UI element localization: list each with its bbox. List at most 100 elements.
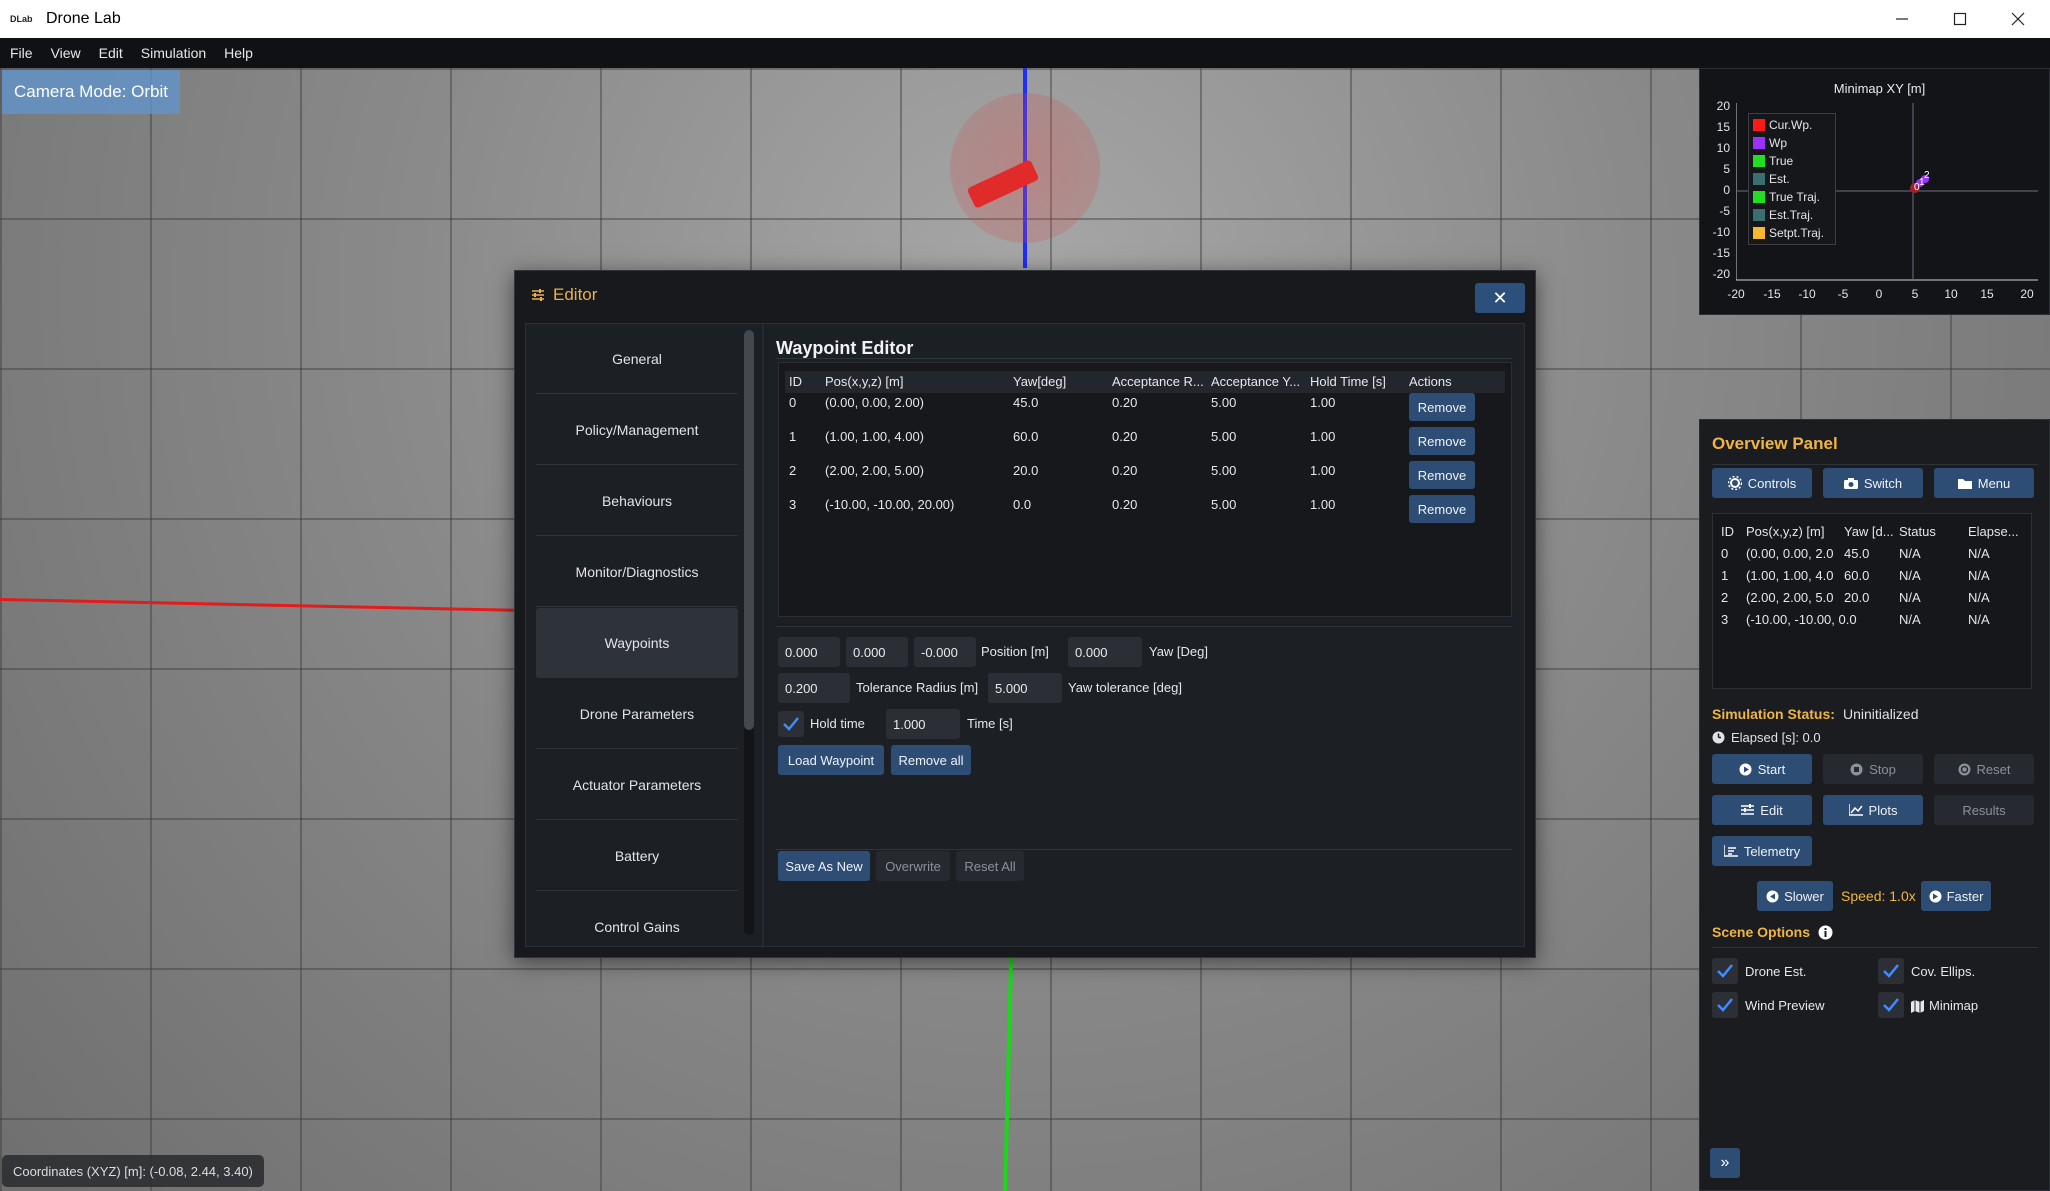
- hold-time-checkbox[interactable]: [778, 711, 804, 737]
- table-cell-id: 0: [1721, 546, 1729, 561]
- tolerance-radius-input[interactable]: 0.200: [778, 673, 850, 703]
- minimap-checkbox[interactable]: [1878, 992, 1904, 1018]
- switch-button[interactable]: Switch: [1823, 468, 1923, 498]
- y-axis-line: [1002, 957, 1014, 1191]
- table-cell-yaw: 20.0: [1844, 590, 1870, 605]
- x-axis-line: [0, 598, 520, 612]
- col-header-id: ID: [789, 374, 802, 389]
- minimap-panel: Minimap XY [m] 20 15 10 5 0 -5 -10 -15 -…: [1699, 68, 2050, 315]
- cov-ellips-checkbox[interactable]: [1878, 958, 1904, 984]
- legend-item: Est.: [1753, 172, 1790, 186]
- y-tick: -15: [1712, 246, 1730, 260]
- sidebar-item-battery[interactable]: Battery: [536, 821, 738, 891]
- waypoint-label: 2: [1924, 170, 1930, 181]
- info-icon[interactable]: [1818, 925, 1833, 940]
- remove-waypoint-button[interactable]: Remove: [1409, 427, 1475, 455]
- save-as-new-button[interactable]: Save As New: [778, 851, 870, 881]
- table-cell-acc-y: 5.00: [1211, 497, 1237, 512]
- remove-all-button[interactable]: Remove all: [891, 745, 971, 775]
- plots-button[interactable]: Plots: [1823, 795, 1923, 825]
- expand-panel-button[interactable]: »: [1710, 1148, 1740, 1178]
- x-tick: -20: [1727, 287, 1745, 301]
- bar-chart-icon: [1723, 845, 1738, 857]
- simulation-status-label: Simulation Status:: [1712, 706, 1835, 722]
- menu-file[interactable]: File: [10, 45, 33, 61]
- overview-panel: Overview Panel Controls Switch Menu ID P…: [1699, 419, 2050, 1191]
- table-cell-hold: 1.00: [1310, 395, 1336, 410]
- remove-waypoint-button[interactable]: Remove: [1409, 461, 1475, 489]
- maximize-button[interactable]: [1931, 0, 1989, 38]
- position-y-input[interactable]: 0.000: [846, 637, 908, 667]
- col-header-actions: Actions: [1409, 374, 1452, 389]
- faster-button[interactable]: Faster: [1921, 881, 1991, 911]
- yaw-input[interactable]: 0.000: [1068, 637, 1142, 667]
- results-button[interactable]: Results: [1934, 795, 2034, 825]
- yaw-tolerance-input[interactable]: 5.000: [988, 673, 1062, 703]
- speed-readout: Speed: 1.0x: [1841, 888, 1916, 904]
- sidebar-item-control-gains[interactable]: Control Gains: [536, 892, 738, 948]
- table-cell-hold: 1.00: [1310, 497, 1336, 512]
- minimize-button[interactable]: [1873, 0, 1931, 38]
- edit-button[interactable]: Edit: [1712, 795, 1812, 825]
- x-tick: -10: [1798, 287, 1816, 301]
- remove-waypoint-button[interactable]: Remove: [1409, 393, 1475, 421]
- sidebar-item-general[interactable]: General: [536, 324, 738, 394]
- table-cell-pos: (-10.00, -10.00, 20.00): [825, 497, 955, 512]
- table-cell-acc-y: 5.00: [1211, 429, 1237, 444]
- table-cell-id: 2: [789, 463, 797, 478]
- folder-icon: [1957, 479, 1972, 489]
- x-tick: 5: [1911, 287, 1919, 301]
- telemetry-button[interactable]: Telemetry: [1712, 836, 1812, 866]
- wind-preview-checkbox[interactable]: [1712, 992, 1738, 1018]
- title-divider: [776, 358, 1512, 359]
- drone-est-checkbox[interactable]: [1712, 958, 1738, 984]
- editor-close-button[interactable]: ✕: [1475, 283, 1525, 313]
- checkmark-icon: [783, 717, 799, 731]
- col-header-hold-time: Hold Time [s]: [1310, 374, 1386, 389]
- maximize-icon: [1953, 12, 1967, 26]
- position-z-input[interactable]: -0.000: [914, 637, 976, 667]
- waypoint-table: ID Pos(x,y,z) [m] Yaw[deg] Acceptance R.…: [778, 362, 1512, 617]
- editor-header[interactable]: Editor ✕: [515, 271, 1535, 319]
- reset-button[interactable]: Reset: [1934, 754, 2034, 784]
- time-input[interactable]: 1.000: [886, 709, 960, 739]
- overwrite-button[interactable]: Overwrite: [876, 851, 950, 881]
- tolerance-radius-label: Tolerance Radius [m]: [856, 680, 979, 695]
- col-header-id: ID: [1721, 524, 1734, 539]
- start-button[interactable]: Start: [1712, 754, 1812, 784]
- slower-button[interactable]: Slower: [1757, 881, 1833, 911]
- sidebar-item-policy-management[interactable]: Policy/Management: [536, 395, 738, 465]
- x-tick: -15: [1763, 287, 1781, 301]
- menu-simulation[interactable]: Simulation: [141, 45, 206, 61]
- table-cell-acc-r: 0.20: [1112, 463, 1138, 478]
- sidebar-scrollbar[interactable]: [744, 330, 754, 935]
- stop-button[interactable]: Stop: [1823, 754, 1923, 784]
- stop-icon: [1850, 763, 1863, 775]
- x-tick: -5: [1837, 287, 1849, 301]
- editor-window: Editor ✕ General Policy/Management Behav…: [514, 270, 1536, 958]
- title-bar: DLab Drone Lab: [0, 0, 2050, 38]
- sidebar-item-actuator-parameters[interactable]: Actuator Parameters: [536, 750, 738, 820]
- position-x-input[interactable]: 0.000: [778, 637, 840, 667]
- col-header-acc-radius: Acceptance R...: [1112, 374, 1204, 389]
- menu-button[interactable]: Menu: [1934, 468, 2034, 498]
- sidebar-item-drone-parameters[interactable]: Drone Parameters: [536, 679, 738, 749]
- load-waypoint-button[interactable]: Load Waypoint: [778, 745, 884, 775]
- menu-view[interactable]: View: [51, 45, 81, 61]
- sidebar-item-monitor-diagnostics[interactable]: Monitor/Diagnostics: [536, 537, 738, 607]
- y-tick: 5: [1723, 162, 1730, 176]
- sidebar-item-behaviours[interactable]: Behaviours: [536, 466, 738, 536]
- sliders-icon: [532, 289, 544, 301]
- menu-edit[interactable]: Edit: [99, 45, 123, 61]
- table-cell-yaw: 45.0: [1844, 546, 1870, 561]
- sidebar-scroll-thumb[interactable]: [744, 330, 754, 730]
- close-window-button[interactable]: [1989, 0, 2047, 38]
- reset-all-button[interactable]: Reset All: [956, 851, 1024, 881]
- cov-ellips-label: Cov. Ellips.: [1911, 964, 1976, 979]
- menu-help[interactable]: Help: [224, 45, 253, 61]
- controls-button[interactable]: Controls: [1712, 468, 1812, 498]
- table-cell-acc-r: 0.20: [1112, 497, 1138, 512]
- legend-item: Wp: [1753, 136, 1787, 150]
- remove-waypoint-button[interactable]: Remove: [1409, 495, 1475, 523]
- sidebar-item-waypoints[interactable]: Waypoints: [536, 608, 738, 678]
